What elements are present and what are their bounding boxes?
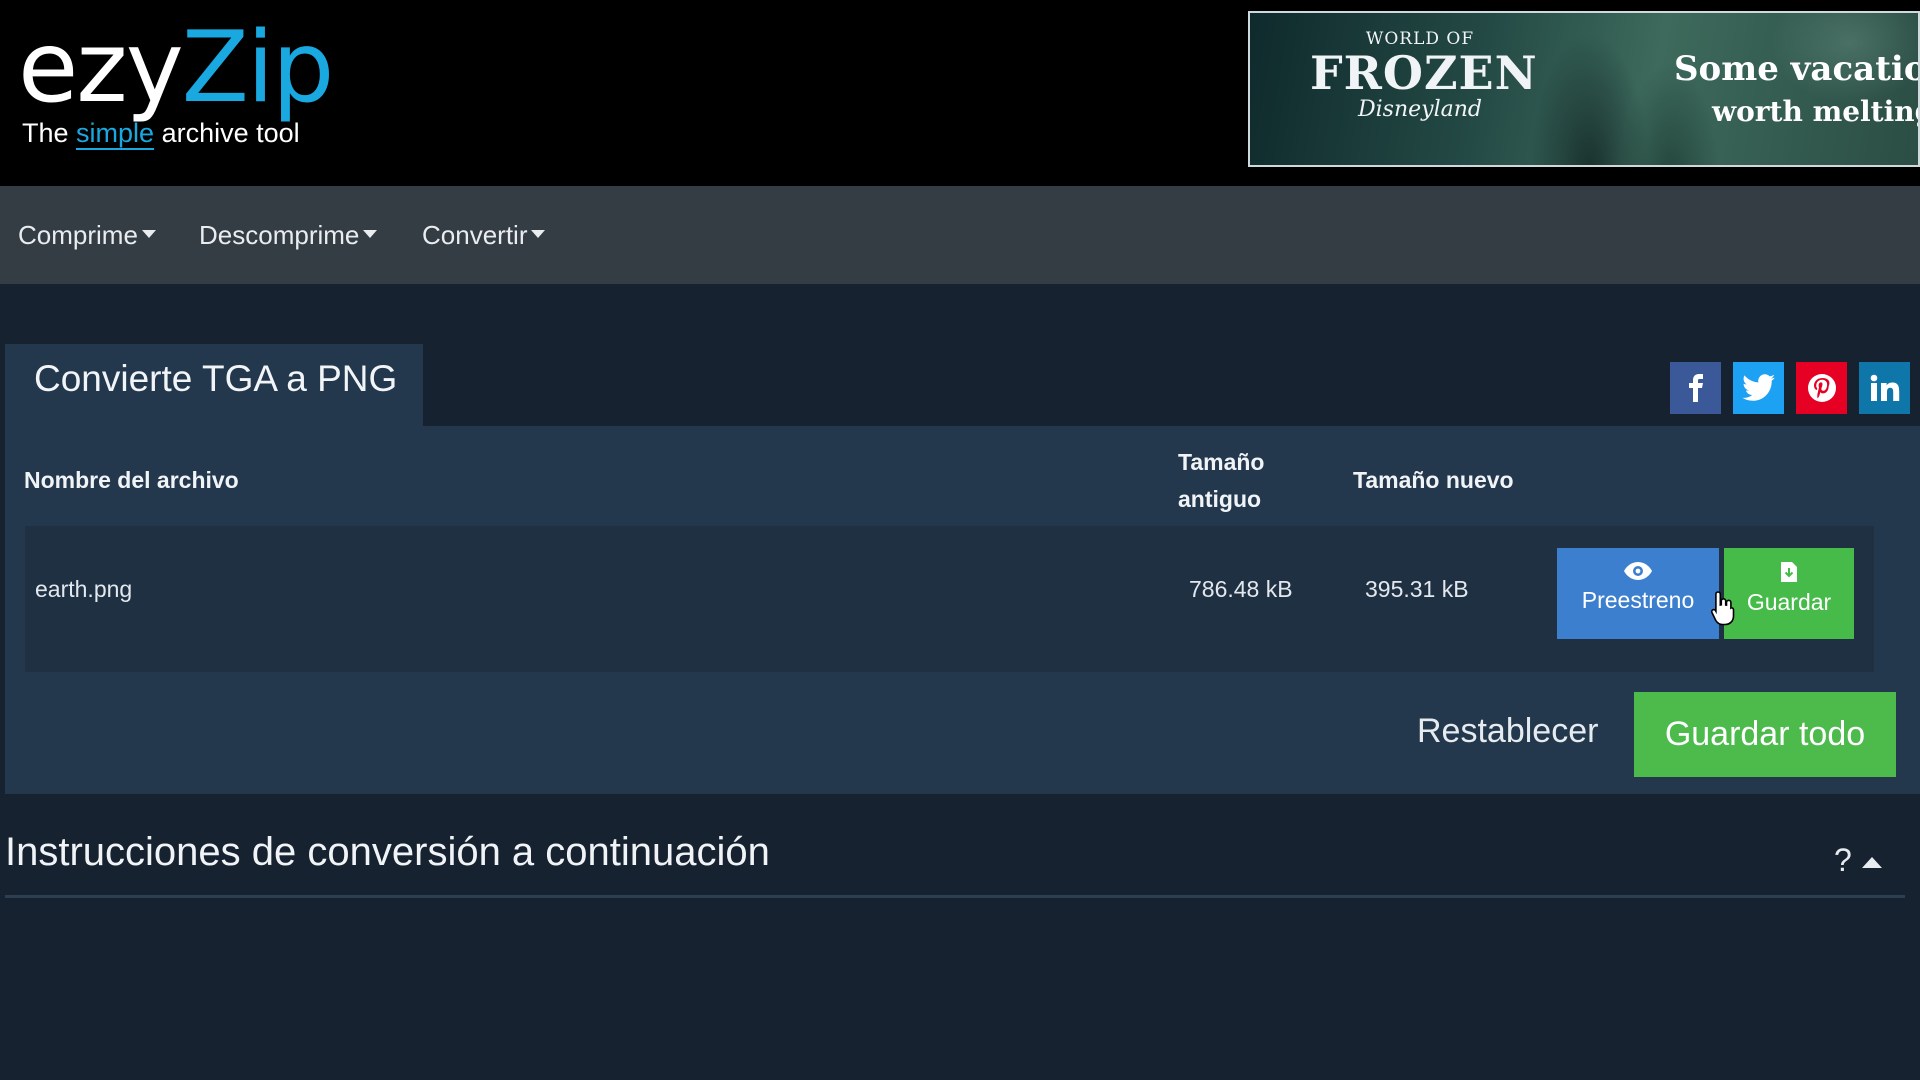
banner-line2: worth melting fo xyxy=(1712,95,1918,128)
nav-item-descomprime[interactable]: Descomprime xyxy=(199,220,378,251)
caret-down-icon xyxy=(141,230,156,238)
nav-label: Convertir xyxy=(422,220,528,250)
ad-banner[interactable]: WORLD OF FROZEN Disneyland Some vacation… xyxy=(1248,11,1920,167)
banner-line1: Some vacations xyxy=(1674,49,1918,89)
caret-down-icon xyxy=(363,230,378,238)
file-download-icon xyxy=(1781,562,1797,582)
col-header-new-size: Tamaño nuevo xyxy=(1353,467,1514,493)
facebook-icon xyxy=(1688,374,1703,402)
save-label: Guardar xyxy=(1746,589,1832,615)
main-nav: Comprime Descomprime Convertir xyxy=(0,186,1920,284)
preview-button[interactable]: Preestreno xyxy=(1557,548,1719,639)
site-header: ezyZip The simple archive tool WORLD OF … xyxy=(0,0,1920,186)
col-header-old-size-line1: Tamaño xyxy=(1178,449,1265,475)
instructions-heading: Instrucciones de conversión a continuaci… xyxy=(5,830,770,874)
logo-ezy: ezy xyxy=(18,11,184,125)
nav-item-convertir[interactable]: Convertir xyxy=(422,220,546,251)
results-card: Nombre del archivo Tamaño antiguo Tamaño… xyxy=(5,426,1920,794)
save-all-button[interactable]: Guardar todo xyxy=(1634,692,1896,777)
twitter-icon xyxy=(1741,374,1775,401)
caret-up-icon[interactable] xyxy=(1862,857,1882,868)
tool-tab: Convierte TGA a PNG xyxy=(5,344,423,426)
tagline-text: The xyxy=(22,118,77,148)
pinterest-share-button[interactable] xyxy=(1796,362,1847,414)
col-header-old-size: Tamaño antiguo xyxy=(1178,444,1264,518)
new-size: 395.31 kB xyxy=(1365,576,1469,602)
facebook-share-button[interactable] xyxy=(1670,362,1721,414)
reset-button[interactable]: Restablecer xyxy=(1417,712,1598,751)
twitter-share-button[interactable] xyxy=(1733,362,1784,414)
table-row: earth.png 786.48 kB 395.31 kB Preestreno… xyxy=(25,526,1874,672)
nav-label: Comprime xyxy=(18,220,138,250)
file-name: earth.png xyxy=(35,576,133,602)
divider xyxy=(5,895,1905,898)
frozen-logo: WORLD OF FROZEN Disneyland xyxy=(1310,29,1538,122)
save-button[interactable]: Guardar xyxy=(1724,548,1854,639)
linkedin-share-button[interactable] xyxy=(1859,362,1910,414)
caret-down-icon xyxy=(531,230,546,238)
page-title: Convierte TGA a PNG xyxy=(34,358,398,399)
logo-tagline: The simple archive tool xyxy=(22,118,300,150)
help-toggle[interactable]: ? xyxy=(1834,842,1852,879)
banner-disneyland: Disneyland xyxy=(1358,97,1482,122)
col-header-old-size-line2: antiguo xyxy=(1178,486,1262,512)
nav-item-comprime[interactable]: Comprime xyxy=(18,220,156,251)
banner-frozen: FROZEN xyxy=(1310,46,1538,100)
logo-zip: Zip xyxy=(181,11,335,125)
logo[interactable]: ezyZip The simple archive tool xyxy=(18,18,334,150)
logo-wordmark: ezyZip xyxy=(18,18,334,118)
pinterest-icon xyxy=(1807,374,1836,402)
preview-label: Preestreno xyxy=(1581,587,1695,613)
tagline-text-end: archive tool xyxy=(154,118,300,148)
hand-cursor-icon xyxy=(1710,591,1735,626)
eye-icon xyxy=(1624,562,1652,580)
tagline-simple: simple xyxy=(76,118,155,150)
old-size: 786.48 kB xyxy=(1189,576,1293,602)
linkedin-icon xyxy=(1870,374,1899,401)
col-header-name: Nombre del archivo xyxy=(24,467,239,493)
banner-slogan: Some vacations worth melting fo xyxy=(1674,49,1918,128)
nav-label: Descomprime xyxy=(199,220,360,250)
